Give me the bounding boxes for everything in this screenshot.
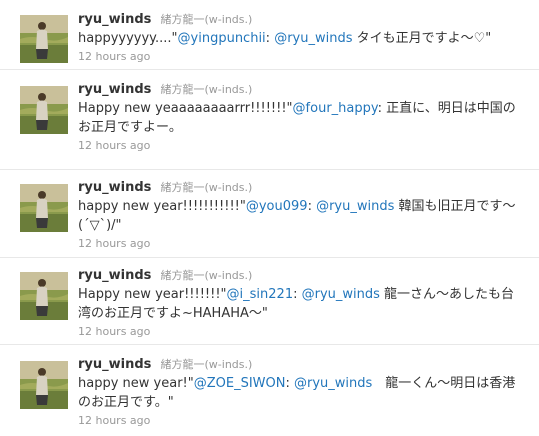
- mention-link[interactable]: @ryu_winds: [294, 376, 372, 391]
- tweet-text: Happy new yeaaaaaaaarrr!!!!!!!"@four_hap…: [78, 99, 523, 137]
- avatar-image: [20, 15, 68, 63]
- full-name: 緒方龍一(w-inds.): [160, 181, 253, 194]
- mention-link[interactable]: @ryu_winds: [316, 199, 394, 214]
- mention-link[interactable]: @ZOE_SIWON: [194, 376, 286, 391]
- full-name: 緒方龍一(w-inds.): [160, 269, 253, 282]
- tweet-text-part: タイも正月ですよ〜♡": [352, 31, 492, 46]
- tweet-header: ryu_winds 緒方龍一(w-inds.): [78, 10, 529, 27]
- mention-link[interactable]: @ryu_winds: [274, 31, 352, 46]
- tweet-item: ryu_winds 緒方龍一(w-inds.) happyyyyyy...."@…: [0, 0, 539, 70]
- tweet-text-part: :: [307, 199, 317, 214]
- tweet-text: happy new year!"@ZOE_SIWON: @ryu_winds 龍…: [78, 374, 523, 412]
- avatar[interactable]: [20, 184, 68, 232]
- timestamp-link[interactable]: 12 hours ago: [78, 413, 529, 428]
- mention-link[interactable]: @yingpunchii: [178, 31, 266, 46]
- tweet-header: ryu_winds 緒方龍一(w-inds.): [78, 80, 529, 97]
- avatar[interactable]: [20, 86, 68, 134]
- mention-link[interactable]: @i_sin221: [227, 287, 294, 302]
- screen-name-link[interactable]: ryu_winds: [78, 12, 151, 27]
- screen-name-link[interactable]: ryu_winds: [78, 180, 151, 195]
- tweet-text-part: happyyyyyy....": [78, 31, 178, 46]
- mention-link[interactable]: @four_happy: [293, 101, 378, 116]
- avatar-image: [20, 86, 68, 134]
- tweet-item: ryu_winds 緒方龍一(w-inds.) Happy new year!!…: [0, 258, 539, 345]
- tweet-item: ryu_winds 緒方龍一(w-inds.) happy new year!!…: [0, 170, 539, 258]
- tweet-item: ryu_winds 緒方龍一(w-inds.) Happy new yeaaaa…: [0, 70, 539, 170]
- tweet-item: ryu_winds 緒方龍一(w-inds.) happy new year!"…: [0, 345, 539, 436]
- tweet-text-part: :: [285, 376, 294, 391]
- tweet-header: ryu_winds 緒方龍一(w-inds.): [78, 355, 529, 372]
- tweet-text: Happy new year!!!!!!!"@i_sin221: @ryu_wi…: [78, 285, 523, 323]
- mention-link[interactable]: @ryu_winds: [302, 287, 380, 302]
- full-name: 緒方龍一(w-inds.): [160, 358, 253, 371]
- avatar[interactable]: [20, 272, 68, 320]
- avatar[interactable]: [20, 361, 68, 409]
- avatar[interactable]: [20, 15, 68, 63]
- avatar-image: [20, 361, 68, 409]
- full-name: 緒方龍一(w-inds.): [160, 13, 253, 26]
- tweet-text-part: :: [293, 287, 302, 302]
- tweet-header: ryu_winds 緒方龍一(w-inds.): [78, 178, 529, 195]
- full-name: 緒方龍一(w-inds.): [160, 83, 253, 96]
- mention-link[interactable]: @you099: [246, 199, 308, 214]
- avatar-image: [20, 272, 68, 320]
- tweet-text-part: Happy new yeaaaaaaaarrr!!!!!!!": [78, 101, 293, 116]
- tweet-header: ryu_winds 緒方龍一(w-inds.): [78, 266, 529, 283]
- tweet-text-part: :: [265, 31, 275, 46]
- timestamp-link[interactable]: 12 hours ago: [78, 49, 529, 64]
- tweet-text: happyyyyyy...."@yingpunchii: @ryu_winds …: [78, 29, 523, 48]
- timestamp-link[interactable]: 12 hours ago: [78, 324, 529, 339]
- tweet-text-part: Happy new year!!!!!!!": [78, 287, 227, 302]
- screen-name-link[interactable]: ryu_winds: [78, 268, 151, 283]
- timestamp-link[interactable]: 12 hours ago: [78, 138, 529, 153]
- tweet-text-part: happy new year!": [78, 376, 194, 391]
- tweet-text-part: happy new year!!!!!!!!!!!": [78, 199, 246, 214]
- screen-name-link[interactable]: ryu_winds: [78, 357, 151, 372]
- timestamp-link[interactable]: 12 hours ago: [78, 236, 529, 251]
- avatar-image: [20, 184, 68, 232]
- tweet-text: happy new year!!!!!!!!!!!"@you099: @ryu_…: [78, 197, 523, 235]
- screen-name-link[interactable]: ryu_winds: [78, 82, 151, 97]
